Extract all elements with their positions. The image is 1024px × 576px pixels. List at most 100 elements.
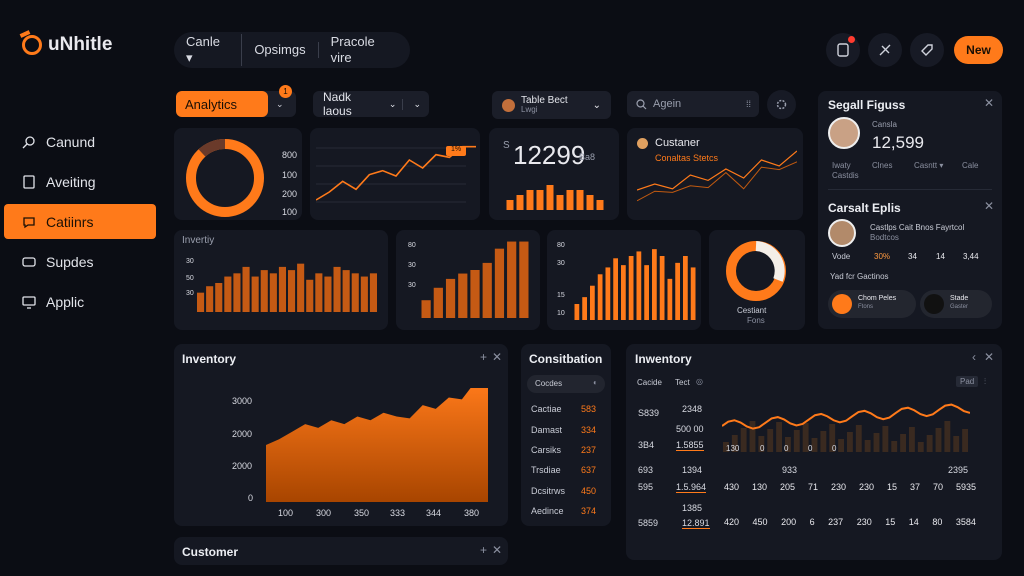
tools-button[interactable] [868, 33, 902, 67]
search-box[interactable]: Agein ⁞⁞ [627, 91, 759, 117]
row-value: 80 [932, 517, 943, 527]
add-icon[interactable]: + [480, 350, 487, 364]
notifications-button[interactable]: 1 [826, 33, 860, 67]
close-icon[interactable]: ✕ [984, 199, 994, 213]
constitution-search-label: Cocdes [535, 379, 563, 388]
panel-badge[interactable]: Pad [956, 376, 979, 387]
contact-line1: Castlps Cait Bnos Fayrtcol [870, 223, 965, 232]
bar-chart-card-right: 80 30 15 10 [547, 230, 701, 330]
line-chart-card: 1% [310, 128, 480, 220]
data-row-b: 420 450 200 6 237 230 15 14 80 3584 [724, 517, 976, 527]
sidebar-item-catiinrs[interactable]: Catiinrs [4, 204, 156, 239]
right-bar-chart [574, 249, 696, 320]
axis-note: 933 [782, 465, 798, 475]
settings-button[interactable] [767, 90, 796, 119]
search-icon: ◐ [593, 378, 598, 387]
x-tick: 344 [426, 508, 442, 518]
left-number: 693 [638, 465, 654, 475]
bar [793, 430, 800, 452]
axis-tick: 0 [808, 444, 813, 453]
sidebar-item-label: Supdes [46, 253, 94, 270]
bar [315, 273, 323, 312]
select-dropdown[interactable]: Nadk laous ⌄ ⌄ [313, 90, 429, 118]
topnav-item-canle[interactable]: Canle ▾ [174, 34, 243, 66]
search-input[interactable]: Agein [653, 98, 681, 110]
add-icon[interactable]: + [480, 543, 487, 557]
close-icon[interactable]: ✕ [492, 543, 502, 557]
contact-stat: 30% [874, 252, 891, 261]
analytics-menu-icon[interactable]: ⌄ [276, 99, 284, 110]
new-button[interactable]: New [954, 36, 1003, 64]
topnav-item-opsimgs[interactable]: Opsimgs [242, 42, 319, 58]
filter-value[interactable]: Tect [675, 378, 690, 387]
close-icon[interactable]: ✕ [984, 350, 994, 364]
constitution-row-value: 637 [581, 465, 597, 475]
social-caption: Cansla [872, 120, 897, 129]
chevron-down-icon[interactable]: ⌄ [402, 98, 421, 110]
analytics-tab-group: Analytics ⌄ [176, 91, 296, 117]
donut-axis-label: 800 [282, 150, 298, 160]
left-number: S839 [638, 408, 660, 418]
bar [740, 428, 747, 452]
constitution-row-value: 450 [581, 486, 597, 496]
y-tick: 30 [408, 262, 416, 269]
constitution-search[interactable]: Cocdes ◐ [527, 375, 605, 393]
tag-button[interactable] [910, 33, 944, 67]
sidebar-item-supdes[interactable]: Supdes [4, 244, 156, 279]
bar [297, 263, 305, 312]
social-figures-panel: Segall Figuss ✕ Cansla 12,599 Iwaty Clne… [818, 91, 1002, 329]
left-value: 1385 [682, 503, 703, 513]
row-value: 237 [828, 517, 844, 527]
bar [628, 256, 634, 320]
bell-icon [837, 43, 849, 57]
social-col[interactable]: Casntt ▾ [914, 161, 943, 170]
sidebar-item-applic[interactable]: Applic [4, 284, 156, 319]
constitution-row-value: 374 [581, 506, 597, 516]
constitution-row-label: Cactiae [531, 404, 562, 414]
row-value: 5935 [955, 482, 976, 492]
sidebar-item-aveiting[interactable]: Aveiting [4, 164, 156, 199]
row-value: 420 [724, 517, 740, 527]
person-chip[interactable]: Stade Gaster [920, 290, 992, 318]
bar [251, 276, 259, 312]
row-value: 37 [909, 482, 920, 492]
sidebar-item-label: Applic [46, 293, 85, 310]
bar-chart-card-mid: 80 30 30 [396, 230, 540, 330]
social-col: Iwaty [832, 161, 851, 170]
bar [690, 267, 696, 320]
sidebar-item-canund[interactable]: Canund [4, 124, 156, 159]
bar [574, 304, 580, 320]
person-chip[interactable]: Chom Peles Ftons [828, 290, 916, 318]
inventory-bar-chart [197, 263, 377, 312]
more-icon[interactable]: ⫶ [984, 377, 986, 387]
row-value: 3584 [955, 517, 976, 527]
constitution-row-value: 583 [581, 404, 597, 414]
table-select[interactable]: Table Bect Lwgi ⌄ [492, 91, 611, 119]
bar [576, 190, 584, 210]
close-icon[interactable]: ✕ [492, 350, 502, 364]
close-icon[interactable]: ✕ [984, 96, 994, 110]
constitution-row-label: Carsiks [531, 445, 562, 455]
bar [269, 273, 277, 312]
left-number: 3B4 [638, 440, 655, 450]
topnav-item-pracole[interactable]: Pracole vire [319, 34, 410, 66]
donut-axis-label: 100 [282, 170, 298, 180]
tab-analytics[interactable]: Analytics [176, 91, 268, 117]
donut-chart-2 [726, 241, 786, 301]
avatar [502, 98, 515, 112]
bar [278, 266, 286, 312]
collapse-icon[interactable]: ‹ [972, 350, 976, 364]
bar [242, 266, 250, 312]
y-tick: 2000 [232, 429, 253, 439]
monitor-icon [22, 295, 36, 309]
bar [421, 300, 431, 318]
filter-icon[interactable]: ⁞⁞ [746, 99, 751, 109]
bar [536, 190, 544, 210]
bar [260, 270, 268, 312]
bar [333, 266, 341, 312]
constitution-title: Consitbation [529, 352, 603, 366]
bar [621, 265, 626, 320]
inventory-area-chart [266, 388, 488, 502]
bar [582, 297, 587, 320]
sidebar-item-label: Catiinrs [46, 213, 94, 230]
